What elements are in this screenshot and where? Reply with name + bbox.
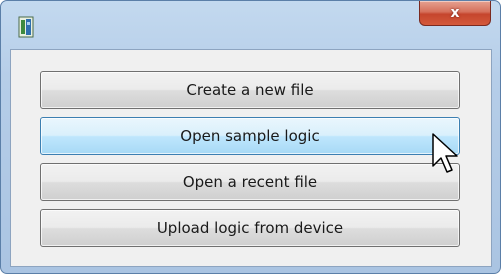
close-icon: x — [450, 5, 460, 21]
open-sample-logic-button[interactable]: Open sample logic — [40, 117, 460, 155]
dialog-content: Create a new file Open sample logic Open… — [10, 49, 492, 267]
app-icon — [17, 15, 37, 39]
dialog-window: x Create a new file Open sample logic Op… — [0, 0, 501, 274]
close-button[interactable]: x — [419, 1, 491, 26]
title-bar[interactable]: x — [1, 1, 500, 49]
open-recent-file-button[interactable]: Open a recent file — [40, 163, 460, 201]
create-new-file-button[interactable]: Create a new file — [40, 71, 460, 109]
upload-logic-from-device-button[interactable]: Upload logic from device — [40, 209, 460, 247]
